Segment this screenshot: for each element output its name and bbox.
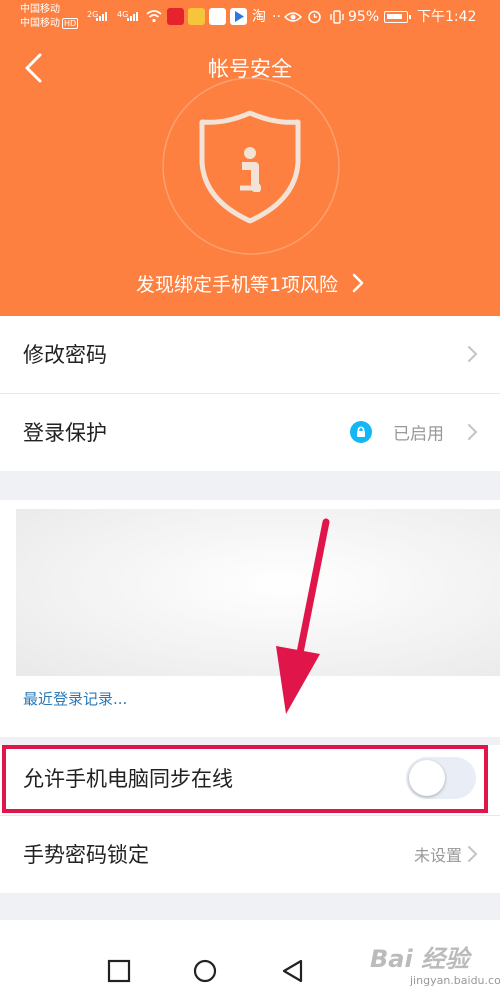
login-protection-status: 已启用 — [393, 424, 444, 445]
risk-warning-text: 发现绑定手机等1项风险 — [135, 273, 339, 296]
circle-icon[interactable] — [192, 958, 218, 984]
square-icon[interactable] — [106, 958, 132, 984]
risk-warning-link[interactable]: 发现绑定手机等1项风险 — [0, 268, 500, 298]
vibrate-icon — [330, 10, 344, 24]
signal-icon — [96, 12, 107, 21]
chevron-right-icon — [468, 846, 478, 862]
bottom-card — [0, 920, 500, 942]
carrier-2: 中国移动 HD — [20, 18, 79, 30]
account-security-header: 中国移动 中国移动 HD 2G 4G 淘 ·· 95% 下午1:42 帐号安全 … — [0, 0, 500, 316]
app-notification-icon-2 — [188, 8, 205, 25]
wifi-icon — [146, 10, 162, 23]
more-dots-icon: ·· — [272, 9, 281, 25]
change-password-label: 修改密码 — [23, 343, 107, 367]
recent-login-link[interactable]: 最近登录记录... — [23, 688, 127, 709]
lock-icon — [350, 421, 372, 443]
chevron-right-icon — [468, 424, 478, 440]
hd-badge: HD — [62, 18, 79, 29]
gesture-lock-status: 未设置 — [413, 846, 462, 865]
login-protection-row[interactable]: 登录保护 已启用 — [0, 394, 500, 470]
watermark-sub: jingyan.baidu.com — [410, 974, 500, 987]
alarm-icon — [308, 10, 321, 24]
app-notification-icon — [167, 8, 184, 25]
highlight-box — [2, 745, 488, 813]
carrier-2-name: 中国移动 — [20, 18, 60, 29]
browser-notification-icon — [209, 8, 226, 25]
status-bar: 中国移动 中国移动 HD 2G 4G 淘 ·· 95% 下午1:42 — [0, 0, 500, 36]
triangle-back-icon[interactable] — [280, 958, 306, 984]
baidu-jingyan-watermark: Bai 经验 jingyan.baidu.com — [370, 944, 500, 987]
video-notification-icon — [230, 8, 247, 25]
watermark-main: Bai 经验 — [370, 945, 470, 973]
security-settings-card: 修改密码 登录保护 已启用 — [0, 316, 500, 471]
gesture-lock-label: 手势密码锁定 — [23, 843, 149, 867]
chevron-right-icon — [468, 346, 478, 362]
carrier-1: 中国移动 — [20, 4, 60, 15]
shield-info-icon — [199, 110, 301, 224]
login-protection-label: 登录保护 — [23, 421, 107, 445]
change-password-row[interactable]: 修改密码 — [0, 316, 500, 392]
battery-icon — [384, 11, 411, 23]
taobao-icon: 淘 — [252, 9, 266, 25]
signal-icon-2 — [127, 12, 138, 21]
eye-icon — [284, 12, 302, 22]
chevron-right-icon — [352, 273, 364, 293]
annotation-arrow-icon — [276, 518, 330, 714]
clock-time: 下午1:42 — [417, 9, 477, 25]
battery-percent: 95% — [348, 9, 380, 25]
gesture-lock-row[interactable]: 手势密码锁定 未设置 — [0, 816, 500, 892]
blurred-login-records — [16, 509, 500, 676]
